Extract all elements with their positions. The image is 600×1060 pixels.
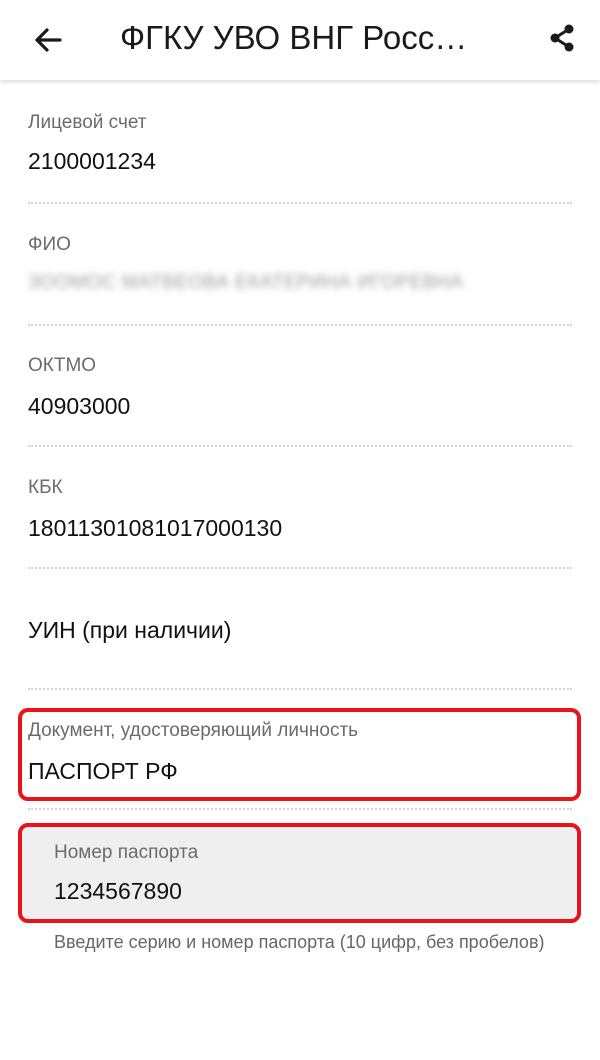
account-field: Лицевой счет 2100001234 bbox=[28, 110, 572, 180]
divider bbox=[28, 567, 572, 569]
fio-label: ФИО bbox=[28, 234, 71, 255]
uin-input[interactable]: УИН (при наличии) bbox=[28, 605, 572, 665]
share-icon bbox=[550, 24, 574, 52]
divider bbox=[28, 202, 572, 204]
arrow-left-icon bbox=[35, 28, 62, 52]
passport-label: Номер паспорта bbox=[54, 842, 199, 863]
document-label: Документ, удостоверяющий личность bbox=[28, 720, 359, 741]
app-bar: ФГКУ УВО ВНГ Росс… bbox=[0, 0, 600, 80]
passport-field[interactable]: Номер паспорта 1234567890 bbox=[54, 840, 554, 910]
fio-field: ФИО ЗООМОС МАТВЕОВА ЕКАТЕРИНА ИГОРЕВНА bbox=[28, 232, 572, 302]
oktmo-label: ОКТМО bbox=[28, 355, 97, 376]
passport-value: 1234567890 bbox=[54, 878, 182, 904]
account-label: Лицевой счет bbox=[28, 112, 147, 133]
page-title: ФГКУ УВО ВНГ Росс… bbox=[120, 19, 468, 56]
kbk-label: КБК bbox=[28, 477, 63, 498]
divider bbox=[28, 324, 572, 326]
document-select[interactable]: Документ, удостоверяющий личность ПАСПОР… bbox=[28, 718, 572, 788]
fio-value: ЗООМОС МАТВЕОВА ЕКАТЕРИНА ИГОРЕВНА bbox=[28, 272, 464, 293]
oktmo-value: 40903000 bbox=[28, 393, 131, 419]
uin-placeholder: УИН (при наличии) bbox=[28, 617, 232, 643]
divider bbox=[28, 688, 572, 690]
divider bbox=[28, 445, 572, 447]
passport-helper-text: Введите серию и номер паспорта (10 цифр,… bbox=[54, 932, 545, 952]
divider bbox=[28, 808, 572, 810]
document-value: ПАСПОРТ РФ bbox=[28, 758, 178, 784]
account-value: 2100001234 bbox=[28, 148, 156, 174]
kbk-field: КБК 18011301081017000130 bbox=[28, 475, 572, 545]
oktmo-field: ОКТМО 40903000 bbox=[28, 353, 572, 423]
back-button[interactable] bbox=[22, 14, 74, 66]
kbk-value: 18011301081017000130 bbox=[28, 515, 283, 541]
share-button[interactable] bbox=[536, 12, 588, 64]
